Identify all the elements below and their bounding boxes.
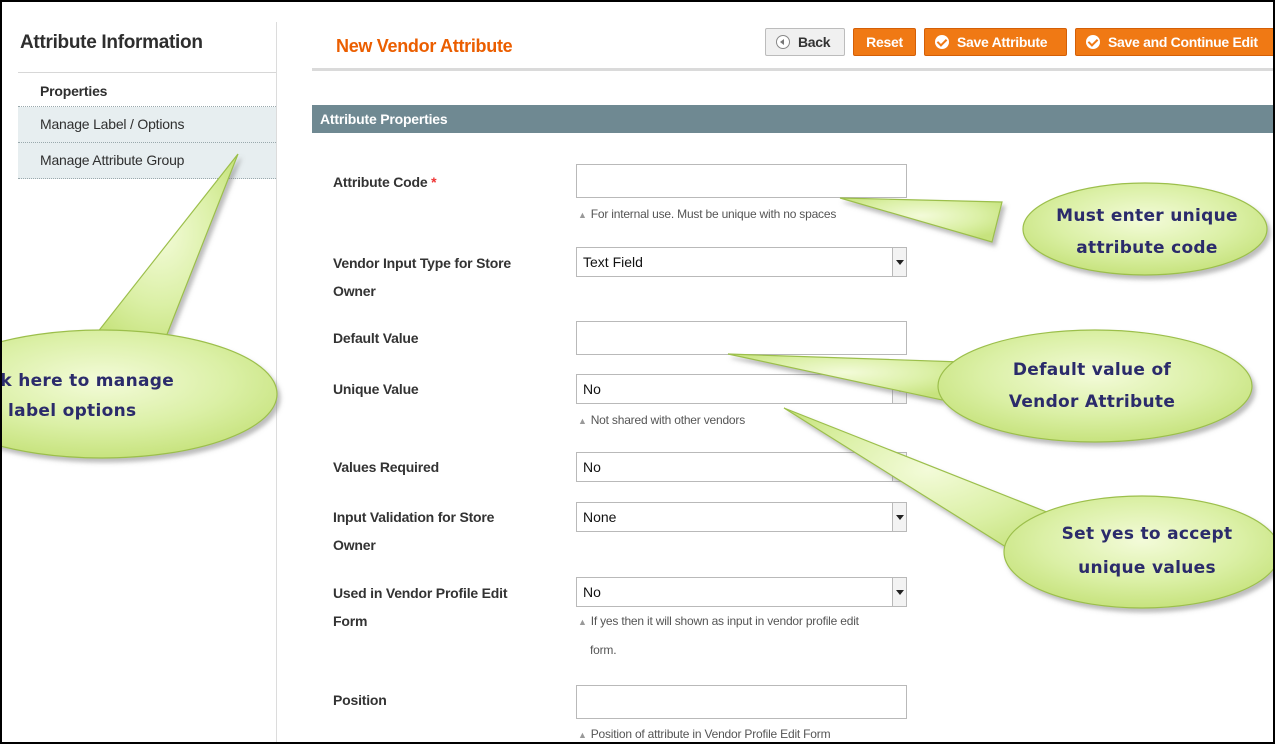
callout-line: attribute code: [1076, 238, 1218, 258]
callout-line: unique values: [1078, 558, 1216, 578]
callout-line: Vendor Attribute: [1008, 392, 1176, 412]
callout-line: e label options: [0, 401, 137, 421]
callout-default-value-text: Default value of Vendor Attribute: [977, 354, 1207, 418]
callout-unique-code-text: Must enter unique attribute code: [1032, 200, 1262, 264]
admin-window: Attribute Information Properties Manage …: [0, 0, 1275, 744]
callout-line: Set yes to accept: [1061, 524, 1233, 544]
callout-unique-values-text: Set yes to accept unique values: [1037, 517, 1257, 585]
callout-line: Default value of: [1012, 360, 1172, 380]
callout-line: Must enter unique: [1056, 206, 1238, 226]
callout-manage-labels-text: ck here to manage e label options: [0, 366, 200, 426]
callout-line: ck here to manage: [0, 371, 175, 391]
